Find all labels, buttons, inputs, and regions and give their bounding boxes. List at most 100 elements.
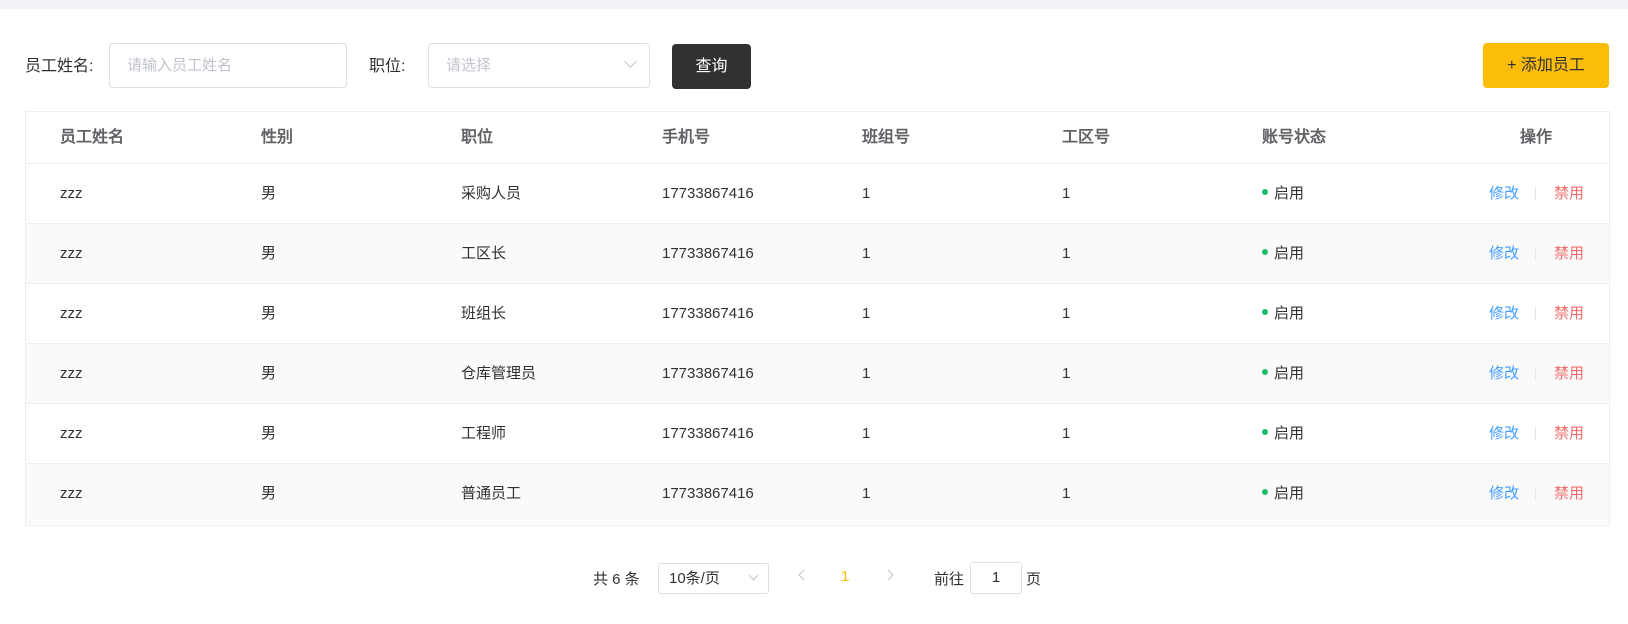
cell-team: 1 [862,485,871,502]
column-header-area: 工区号 [1062,129,1111,146]
disable-link[interactable]: 禁用 [1554,224,1584,284]
cell-phone: 17733867416 [662,245,754,262]
cell-name: zzz [60,185,83,202]
cell-team: 1 [862,425,871,442]
cell-phone: 17733867416 [662,485,754,502]
employee-table: 员工姓名 性别 职位 手机号 班组号 工区号 账号状态 操作 zzz 男 采购人… [25,111,1610,526]
name-search-input[interactable]: 请输入员工姓名 [109,43,347,88]
column-header-team: 班组号 [862,129,911,146]
status-text: 启用 [1274,245,1305,262]
status-dot-icon [1262,429,1268,436]
cell-phone: 17733867416 [662,425,754,442]
cell-team: 1 [862,185,871,202]
status-text: 启用 [1274,305,1305,322]
disable-link[interactable]: 禁用 [1554,464,1584,524]
status-dot-icon [1262,189,1268,196]
cell-phone: 17733867416 [662,185,754,202]
cell-status: 启用 [1262,404,1304,464]
status-dot-icon [1262,369,1268,376]
cell-area: 1 [1062,485,1071,502]
cell-gender: 男 [261,365,277,382]
cell-position: 班组长 [461,305,507,322]
top-strip [0,0,1628,9]
cell-name: zzz [60,425,83,442]
next-page-icon[interactable] [882,569,894,581]
column-header-actions: 操作 [1520,129,1553,146]
cell-status: 启用 [1262,224,1304,284]
cell-phone: 17733867416 [662,305,754,322]
column-header-position: 职位 [461,129,494,146]
table-row: zzz 男 工程师 17733867416 1 1 启用 修改 禁用 [26,404,1609,464]
disable-link[interactable]: 禁用 [1554,284,1584,344]
prev-page-icon[interactable] [798,569,810,581]
table-row: zzz 男 工区长 17733867416 1 1 启用 修改 禁用 [26,224,1609,284]
pagination-total: 共 6 条 [593,571,640,588]
cell-status: 启用 [1262,164,1304,224]
position-select[interactable]: 请选择 [428,43,650,88]
action-divider [1535,487,1536,501]
page-size-select[interactable]: 10条/页 [658,563,769,594]
edit-link[interactable]: 修改 [1489,284,1519,344]
action-divider [1535,307,1536,321]
cell-status: 启用 [1262,344,1304,404]
add-employee-button[interactable]: + 添加员工 [1483,43,1609,88]
cell-team: 1 [862,305,871,322]
cell-area: 1 [1062,365,1071,382]
cell-status: 启用 [1262,284,1304,344]
name-search-placeholder: 请输入员工姓名 [127,57,233,74]
action-divider [1535,367,1536,381]
cell-name: zzz [60,305,83,322]
table-header: 员工姓名 性别 职位 手机号 班组号 工区号 账号状态 操作 [26,112,1609,164]
cell-gender: 男 [261,425,277,442]
page-number-current[interactable]: 1 [841,568,849,585]
status-text: 启用 [1274,365,1305,382]
column-header-phone: 手机号 [662,129,711,146]
table-row: zzz 男 普通员工 17733867416 1 1 启用 修改 禁用 [26,464,1609,524]
status-text: 启用 [1274,425,1305,442]
disable-link[interactable]: 禁用 [1554,164,1584,224]
edit-link[interactable]: 修改 [1489,224,1519,284]
cell-position: 仓库管理员 [461,365,537,382]
status-text: 启用 [1274,485,1305,502]
goto-page-input[interactable]: 1 [970,562,1022,594]
chevron-down-icon [624,55,637,68]
cell-position: 普通员工 [461,485,522,502]
table-row: zzz 男 班组长 17733867416 1 1 启用 修改 禁用 [26,284,1609,344]
column-header-name: 员工姓名 [60,129,125,146]
cell-position: 工程师 [461,425,507,442]
cell-position: 工区长 [461,245,507,262]
query-button[interactable]: 查询 [672,44,751,89]
action-divider [1535,187,1536,201]
goto-label: 前往 [934,571,965,588]
position-select-placeholder: 请选择 [446,57,492,74]
cell-name: zzz [60,485,83,502]
disable-link[interactable]: 禁用 [1554,344,1584,404]
column-header-status: 账号状态 [1262,129,1327,146]
cell-gender: 男 [261,485,277,502]
cell-area: 1 [1062,185,1071,202]
column-header-gender: 性别 [261,129,294,146]
cell-position: 采购人员 [461,185,522,202]
status-dot-icon [1262,249,1268,256]
table-row: zzz 男 采购人员 17733867416 1 1 启用 修改 禁用 [26,164,1609,224]
position-filter-label: 职位: [369,58,406,75]
status-dot-icon [1262,489,1268,496]
cell-gender: 男 [261,305,277,322]
edit-link[interactable]: 修改 [1489,344,1519,404]
name-filter-label: 员工姓名: [25,58,94,75]
cell-name: zzz [60,365,83,382]
cell-status: 启用 [1262,464,1304,524]
cell-team: 1 [862,245,871,262]
edit-link[interactable]: 修改 [1489,164,1519,224]
cell-team: 1 [862,365,871,382]
status-text: 启用 [1274,185,1305,202]
disable-link[interactable]: 禁用 [1554,404,1584,464]
edit-link[interactable]: 修改 [1489,464,1519,524]
cell-gender: 男 [261,185,277,202]
cell-name: zzz [60,245,83,262]
edit-link[interactable]: 修改 [1489,404,1519,464]
action-divider [1535,247,1536,261]
chevron-down-icon [748,570,759,581]
table-row: zzz 男 仓库管理员 17733867416 1 1 启用 修改 禁用 [26,344,1609,404]
goto-suffix: 页 [1026,571,1042,588]
